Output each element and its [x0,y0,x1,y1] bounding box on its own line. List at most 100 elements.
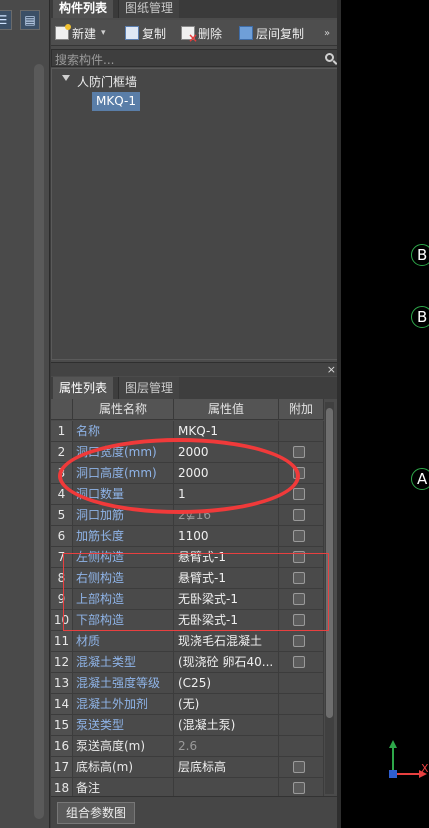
property-value[interactable]: 1100 [174,526,279,546]
ucs-axis-icon: Y X [387,740,429,778]
close-icon[interactable]: × [327,363,336,376]
axis-label-a: A [417,470,428,488]
axis-mark-b2: B [411,306,429,328]
highlight-ellipse [58,438,300,514]
extra-checkbox[interactable] [293,446,305,458]
extra-checkbox[interactable] [293,635,305,647]
extra-checkbox[interactable] [293,656,305,668]
property-name: 混凝土强度等级 [73,673,174,693]
header-value: 属性值 [174,399,279,420]
extra-checkbox[interactable] [293,761,305,773]
left-scrollbar[interactable] [34,64,44,819]
axis-label-b2: B [417,308,428,326]
property-value[interactable] [174,778,279,798]
extra-cell [279,505,324,525]
property-value[interactable]: 现浇毛石混凝土 [174,631,279,651]
component-panel: 构件列表 图纸管理 新建 ▾ 复制 删除 层间复制 » 搜索构件... 人防门框… [51,0,340,828]
panel-footer: 组合参数图 [51,796,340,828]
extra-cell [279,694,324,714]
row-number: 16 [51,736,73,756]
row-number: 1 [51,421,73,441]
x-axis-label: X [421,762,429,775]
delete-label: 删除 [198,26,223,41]
tab-drawing-management[interactable]: 图纸管理 [118,0,180,18]
tree-node-selected[interactable]: MKQ-1 [92,92,140,111]
row-number: 13 [51,673,73,693]
row-number: 5 [51,505,73,525]
new-icon [55,24,71,40]
search-input[interactable]: 搜索构件... [51,49,340,67]
extra-checkbox[interactable] [293,530,305,542]
dropdown-arrow-icon[interactable]: ▾ [101,28,106,38]
row-number: 11 [51,631,73,651]
table-row[interactable]: 15 泵送类型 (混凝土泵) [51,715,324,736]
table-row[interactable]: 12 混凝土类型 (现浇砼 卵石40... [51,652,324,673]
property-tab-bar: 属性列表 图层管理 [51,377,340,399]
copy-button[interactable]: 复制 [125,24,166,42]
table-row[interactable]: 13 混凝土强度等级 (C25) [51,673,324,694]
property-value[interactable]: (C25) [174,673,279,693]
table-row[interactable]: 14 混凝土外加剂 (无) [51,694,324,715]
table-row[interactable]: 6 加筋长度 1100 [51,526,324,547]
row-number: 12 [51,652,73,672]
list-icon[interactable]: ☰ [0,10,12,30]
floor-copy-button[interactable]: 层间复制 [239,24,304,42]
delete-button[interactable]: 删除 [181,24,223,45]
new-label: 新建 [72,26,97,41]
copy-icon [125,26,139,40]
drawing-canvas[interactable]: B B A Y X [341,0,429,828]
extra-checkbox[interactable] [293,509,305,521]
extra-cell [279,652,324,672]
more-chevron-icon[interactable]: » [324,24,330,42]
property-name: 混凝土类型 [73,652,174,672]
header-extra: 附加 [279,399,324,420]
row-number: 18 [51,778,73,798]
axis-mark-b1: B [411,244,429,266]
extra-cell [279,526,324,546]
collapse-caret-icon[interactable] [62,75,70,81]
floor-copy-label: 层间复制 [256,26,305,41]
extra-cell [279,757,324,777]
property-value[interactable]: (混凝土泵) [174,715,279,735]
table-row[interactable]: 11 材质 现浇毛石混凝土 [51,631,324,652]
panel-splitter[interactable]: × [51,362,340,376]
component-tree: 人防门框墙 MKQ-1 [51,68,340,360]
extra-cell [279,631,324,651]
search-placeholder: 搜索构件... [55,53,115,67]
tab-property-list[interactable]: 属性列表 [53,377,114,399]
extra-cell [279,421,324,441]
extra-cell [279,715,324,735]
extra-cell [279,778,324,798]
table-row[interactable]: 16 泵送高度(m) 2.6 [51,736,324,757]
property-value[interactable]: 2.6 [174,736,279,756]
property-name: 材质 [73,631,174,651]
grid-header: 属性名称 属性值 附加 [51,399,324,420]
extra-checkbox[interactable] [293,488,305,500]
tree-node-parent[interactable]: 人防门框墙 [77,73,137,90]
property-name: 备注 [73,778,174,798]
property-value[interactable]: (无) [174,694,279,714]
table-row[interactable]: 17 底标高(m) 层底标高 [51,757,324,778]
combo-param-diagram-button[interactable]: 组合参数图 [57,802,136,824]
property-value[interactable]: 层底标高 [174,757,279,777]
new-button[interactable]: 新建 ▾ [55,24,106,42]
y-axis-label: Y [387,740,395,743]
extra-checkbox[interactable] [293,782,305,794]
component-toolbar: 新建 ▾ 复制 删除 层间复制 » [51,20,340,46]
tab-component-list[interactable]: 构件列表 [53,0,114,18]
layout-icon[interactable]: ▤ [20,10,40,30]
copy-label: 复制 [142,26,167,41]
property-value[interactable]: (现浇砼 卵石40... [174,652,279,672]
search-icon[interactable] [325,53,334,62]
row-number: 15 [51,715,73,735]
left-tool-strip: ☰ ▤ [0,0,50,828]
header-name: 属性名称 [73,399,174,420]
tab-layer-management[interactable]: 图层管理 [118,377,180,399]
highlight-box [63,553,329,631]
property-name: 加筋长度 [73,526,174,546]
row-number: 14 [51,694,73,714]
extra-cell [279,673,324,693]
property-name: 泵送高度(m) [73,736,174,756]
property-name: 泵送类型 [73,715,174,735]
row-number: 6 [51,526,73,546]
